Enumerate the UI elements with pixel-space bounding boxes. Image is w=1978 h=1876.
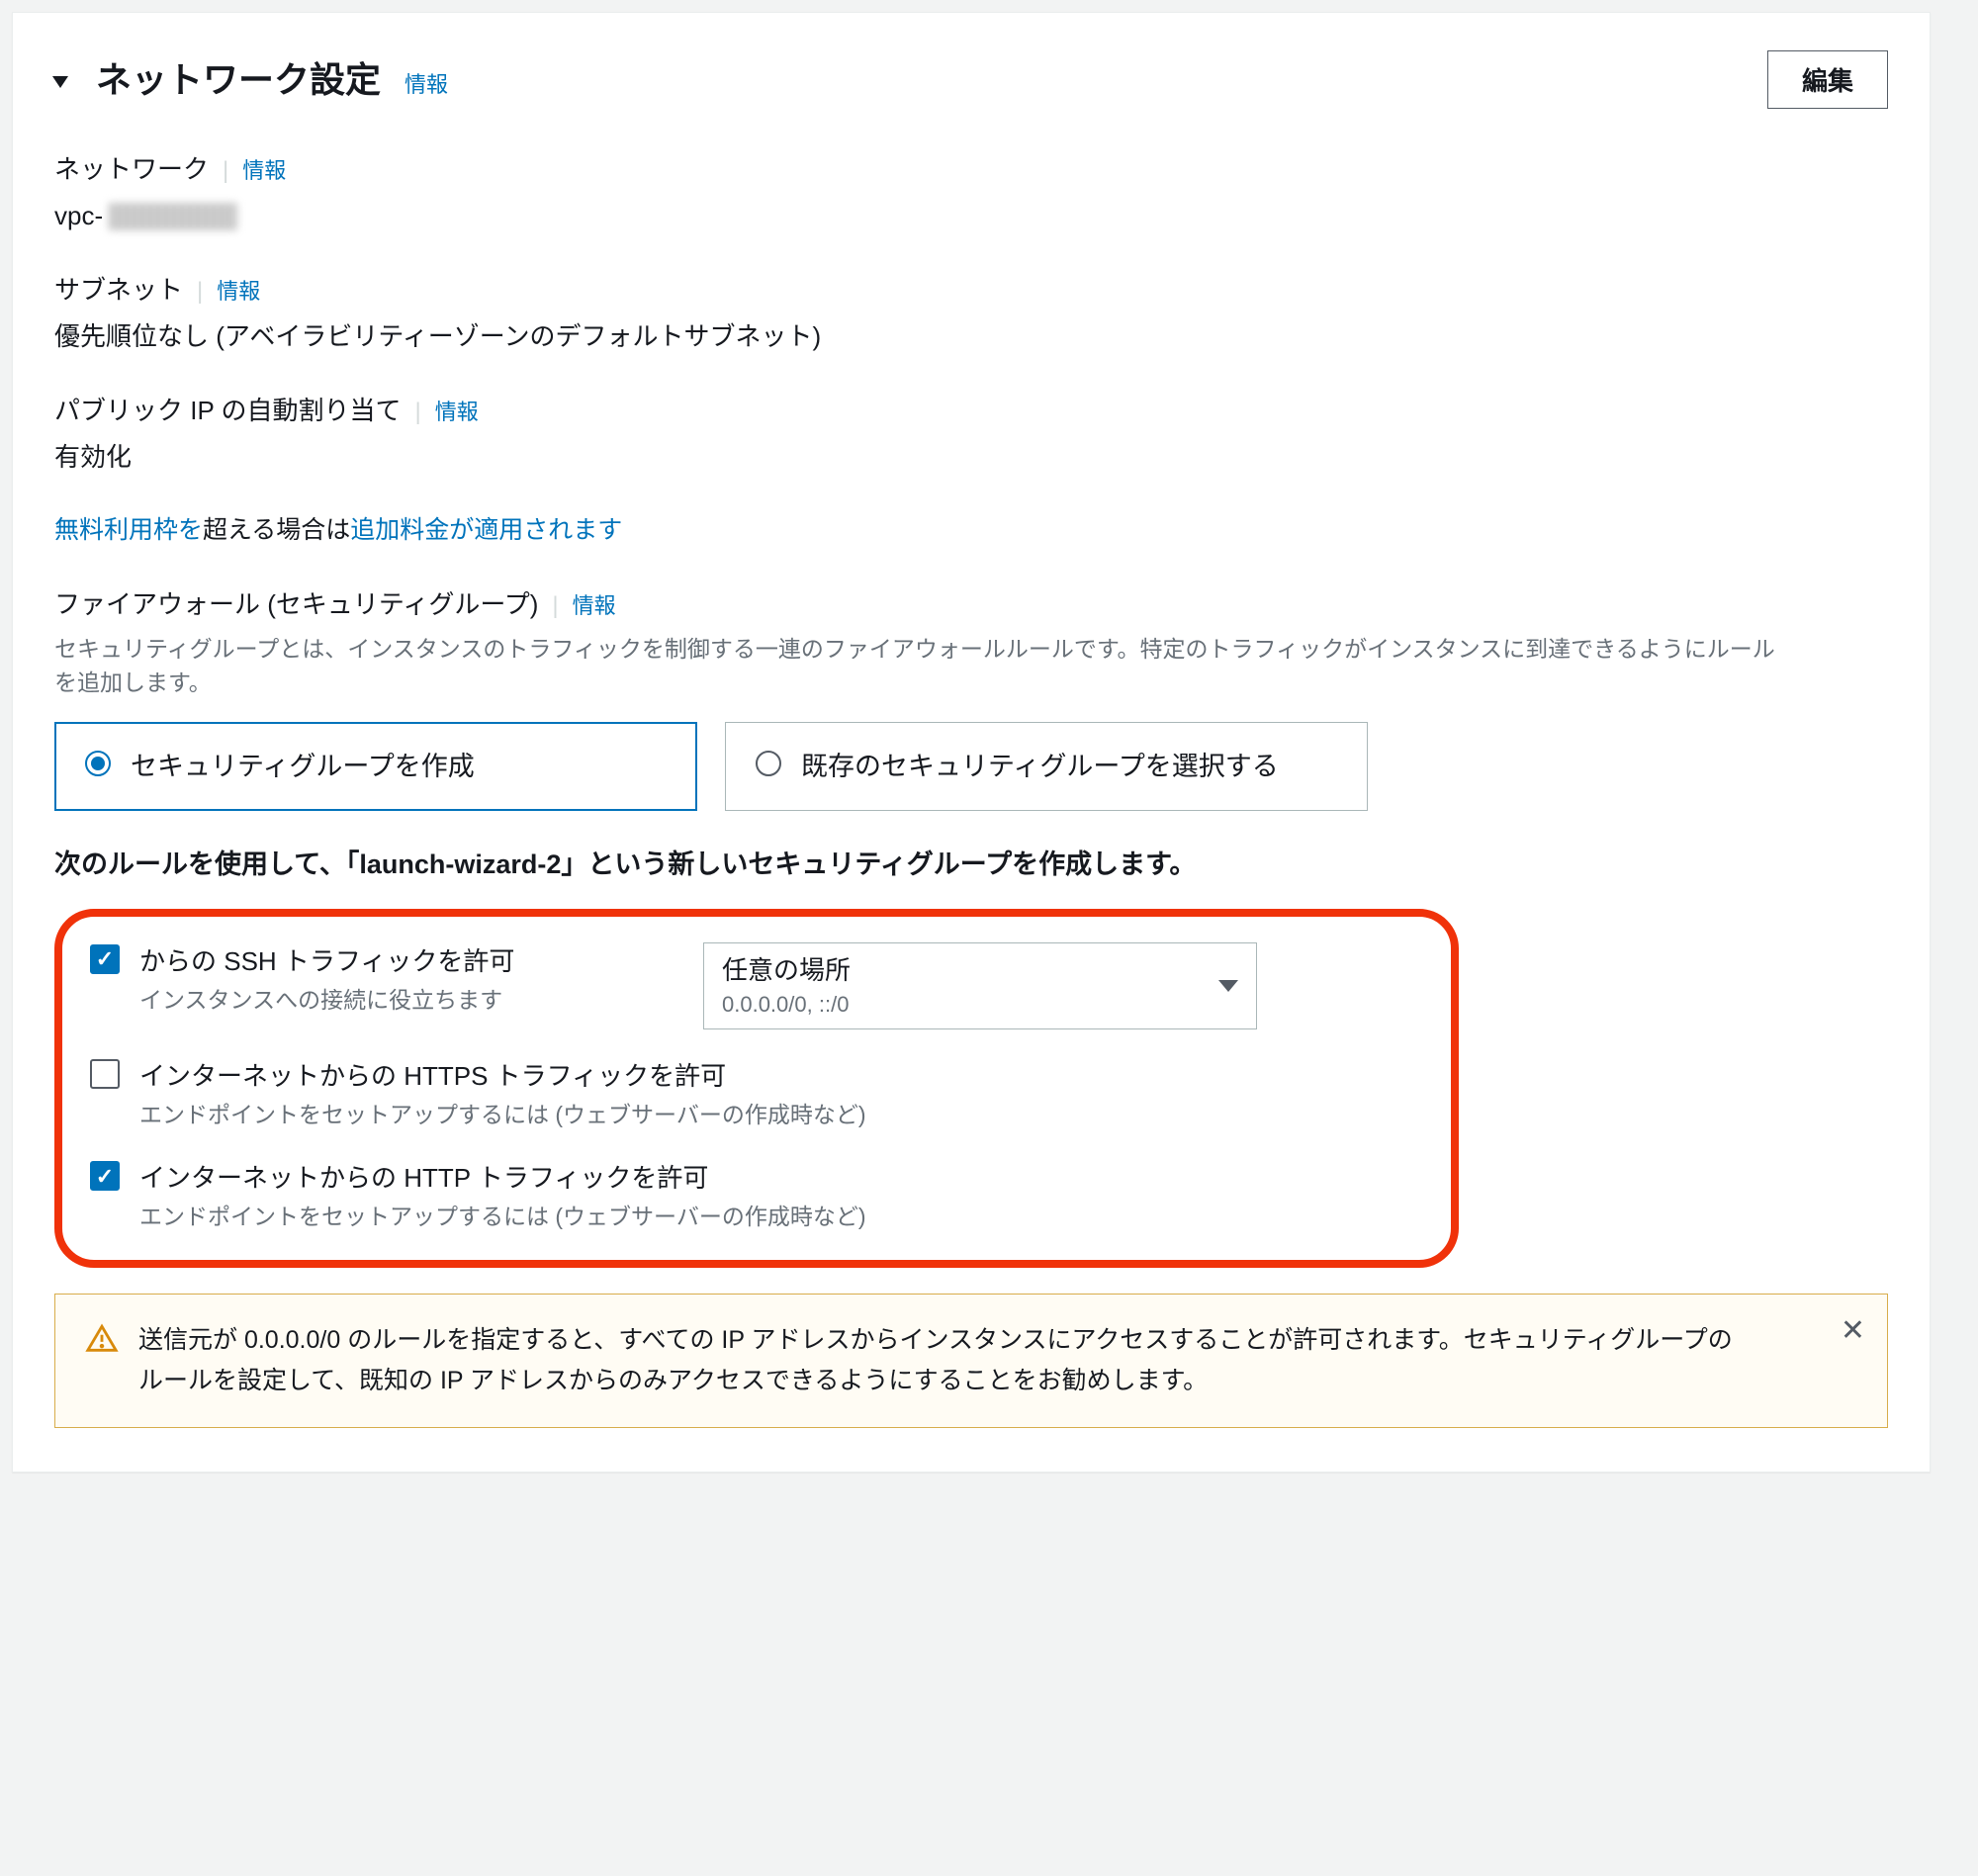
separator: | <box>223 153 228 189</box>
info-link-network[interactable]: 情報 <box>242 154 286 187</box>
checkbox-ssh[interactable] <box>90 944 120 974</box>
public-ip-label: パブリック IP の自動割り当て <box>54 392 402 430</box>
info-link-firewall[interactable]: 情報 <box>573 589 616 622</box>
sg-option-existing-label: 既存のセキュリティグループを選択する <box>801 747 1279 787</box>
panel-title: ネットワーク設定 <box>96 53 381 107</box>
separator: | <box>415 395 421 430</box>
rule-ssh-label: からの SSH トラフィックを許可 <box>139 942 514 981</box>
info-link-panel[interactable]: 情報 <box>405 68 448 101</box>
field-firewall: ファイアウォール (セキュリティグループ) | 情報 セキュリティグループとは、… <box>54 585 1888 700</box>
network-settings-panel: ネットワーク設定 情報 編集 ネットワーク | 情報 vpc- サブネット | … <box>12 12 1931 1473</box>
warning-text: 送信元が 0.0.0.0/0 のルールを指定すると、すべての IP アドレスから… <box>138 1320 1741 1402</box>
public-ip-value: 有効化 <box>54 438 1888 477</box>
field-network: ネットワーク | 情報 vpc- <box>54 150 1888 235</box>
rule-http: インターネットからの HTTP トラフィックを許可 エンドポイントをセットアップ… <box>90 1159 1423 1234</box>
rule-ssh-hint: インスタンスへの接続に役立ちます <box>139 983 514 1018</box>
info-link-subnet[interactable]: 情報 <box>217 275 260 308</box>
checkbox-https[interactable] <box>90 1059 120 1089</box>
edit-button[interactable]: 編集 <box>1767 50 1888 109</box>
info-link-public-ip[interactable]: 情報 <box>435 396 479 428</box>
sg-option-existing[interactable]: 既存のセキュリティグループを選択する <box>725 722 1368 812</box>
vpc-id-redacted <box>109 203 237 230</box>
rule-https-label: インターネットからの HTTPS トラフィックを許可 <box>139 1057 865 1096</box>
free-tier-link-1[interactable]: 無料利用枠を <box>54 516 203 544</box>
close-icon[interactable]: ✕ <box>1841 1316 1865 1346</box>
open-cidr-warning: 送信元が 0.0.0.0/0 のルールを指定すると、すべての IP アドレスから… <box>54 1294 1888 1429</box>
rule-http-label: インターネットからの HTTP トラフィックを許可 <box>139 1159 865 1198</box>
free-tier-note: 無料利用枠を超える場合は追加料金が適用されます <box>54 512 1888 550</box>
warning-icon <box>85 1322 119 1356</box>
sg-radio-group: セキュリティグループを作成 既存のセキュリティグループを選択する <box>54 722 1888 812</box>
free-tier-mid: 超える場合は <box>203 516 350 544</box>
sg-option-create[interactable]: セキュリティグループを作成 <box>54 722 697 812</box>
ssh-source-select[interactable]: 任意の場所 0.0.0.0/0, ::/0 <box>703 942 1257 1029</box>
radio-icon <box>756 751 781 776</box>
rule-http-hint: エンドポイントをセットアップするには (ウェブサーバーの作成時など) <box>139 1200 865 1234</box>
panel-title-group[interactable]: ネットワーク設定 情報 <box>54 53 448 107</box>
subnet-value: 優先順位なし (アベイラビリティーゾーンのデフォルトサブネット) <box>54 317 1888 356</box>
ssh-source-value: 0.0.0.0/0, ::/0 <box>722 988 1211 1021</box>
firewall-description: セキュリティグループとは、インスタンスのトラフィックを制御する一連のファイアウォ… <box>54 632 1795 700</box>
sg-option-create-label: セキュリティグループを作成 <box>131 747 475 787</box>
radio-icon <box>85 751 111 776</box>
ssh-source-label: 任意の場所 <box>722 951 1211 990</box>
rule-https: インターネットからの HTTPS トラフィックを許可 エンドポイントをセットアッ… <box>90 1057 1423 1132</box>
subnet-label: サブネット <box>54 271 183 310</box>
network-label: ネットワーク <box>54 150 209 189</box>
firewall-label: ファイアウォール (セキュリティグループ) <box>54 585 538 624</box>
field-public-ip: パブリック IP の自動割り当て | 情報 有効化 <box>54 392 1888 477</box>
rules-intro: 次のルールを使用して、「launch-wizard-2」という新しいセキュリティ… <box>54 845 1888 885</box>
vpc-prefix: vpc- <box>54 197 103 235</box>
field-subnet: サブネット | 情報 優先順位なし (アベイラビリティーゾーンのデフォルトサブネ… <box>54 271 1888 356</box>
separator: | <box>197 274 203 310</box>
checkbox-http[interactable] <box>90 1161 120 1191</box>
rule-ssh: からの SSH トラフィックを許可 インスタンスへの接続に役立ちます 任意の場所… <box>90 942 1423 1029</box>
separator: | <box>552 588 558 624</box>
panel-header: ネットワーク設定 情報 編集 <box>54 50 1888 109</box>
rules-highlight-box: からの SSH トラフィックを許可 インスタンスへの接続に役立ちます 任意の場所… <box>54 909 1459 1268</box>
free-tier-link-2[interactable]: 追加料金が適用されます <box>350 516 622 544</box>
caret-down-icon <box>52 76 68 88</box>
rule-https-hint: エンドポイントをセットアップするには (ウェブサーバーの作成時など) <box>139 1098 865 1132</box>
network-value: vpc- <box>54 197 1888 235</box>
chevron-down-icon <box>1218 980 1238 992</box>
